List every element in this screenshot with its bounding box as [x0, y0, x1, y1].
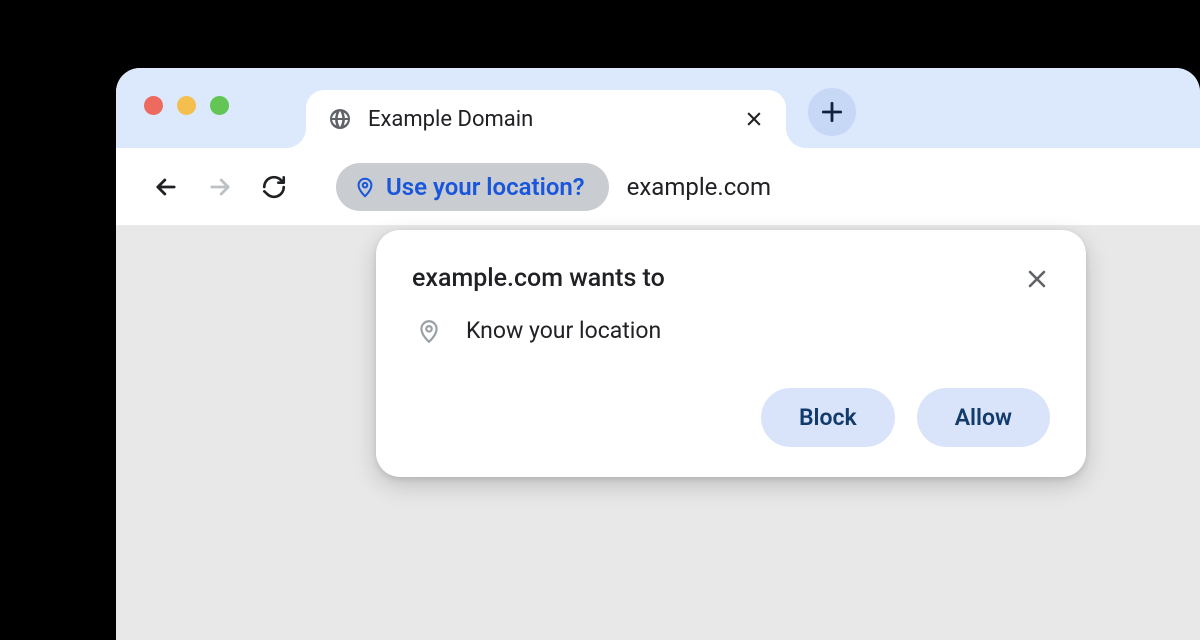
browser-toolbar: Use your location? example.com	[116, 148, 1200, 226]
dialog-title: example.com wants to	[412, 264, 665, 293]
reload-button[interactable]	[252, 165, 296, 209]
dialog-close-button[interactable]	[1024, 266, 1050, 292]
forward-button[interactable]	[198, 165, 242, 209]
dialog-header: example.com wants to	[412, 264, 1050, 293]
tab-title: Example Domain	[368, 107, 728, 132]
dialog-permission-row: Know your location	[412, 317, 1050, 344]
address-bar[interactable]: Use your location? example.com	[336, 163, 771, 211]
window-minimize-button[interactable]	[177, 96, 196, 115]
permission-chip[interactable]: Use your location?	[336, 163, 609, 211]
tab-close-button[interactable]	[744, 109, 764, 129]
window-controls	[144, 96, 229, 115]
globe-icon	[328, 107, 352, 131]
block-button[interactable]: Block	[761, 388, 895, 447]
permission-dialog: example.com wants to Know your location …	[376, 230, 1086, 477]
permission-chip-label: Use your location?	[386, 173, 585, 201]
window-maximize-button[interactable]	[210, 96, 229, 115]
url-text: example.com	[627, 173, 771, 201]
browser-tab[interactable]: Example Domain	[306, 90, 786, 148]
location-pin-icon	[354, 176, 376, 198]
dialog-permission-label: Know your location	[466, 317, 661, 344]
dialog-actions: Block Allow	[412, 388, 1050, 447]
window-close-button[interactable]	[144, 96, 163, 115]
tab-bar: Example Domain	[116, 68, 1200, 148]
browser-window: Example Domain Use your location?	[116, 68, 1200, 640]
back-button[interactable]	[144, 165, 188, 209]
new-tab-button[interactable]	[808, 88, 856, 136]
allow-button[interactable]: Allow	[917, 388, 1050, 447]
location-pin-icon	[416, 318, 442, 344]
